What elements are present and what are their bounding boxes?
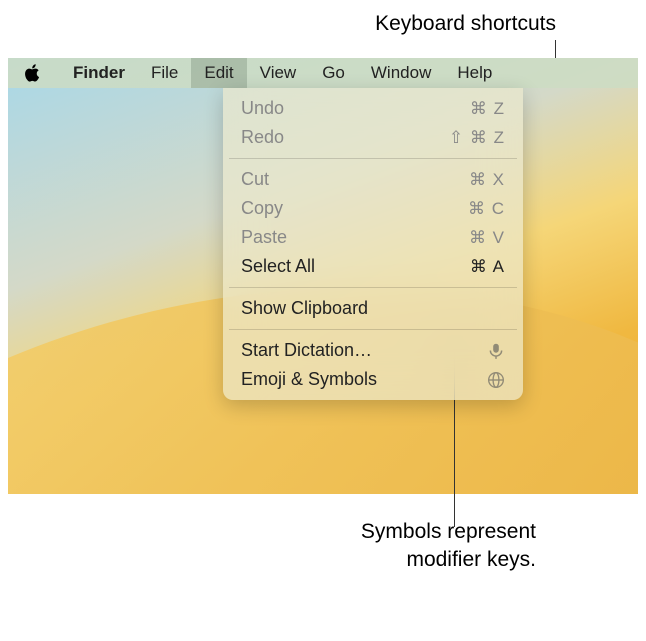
menu-shortcut: ⌘ Z: [470, 99, 505, 119]
annotation-modifier-keys: Symbols represent modifier keys.: [361, 518, 536, 573]
menu-bar: Finder File Edit View Go Window Help: [8, 58, 638, 88]
menu-label: Paste: [241, 227, 287, 248]
menu-show-clipboard[interactable]: Show Clipboard: [223, 294, 523, 323]
menu-shortcut: ⌘ C: [468, 199, 505, 219]
desktop-wallpaper: Finder File Edit View Go Window Help Und…: [8, 58, 638, 494]
apple-menu-icon[interactable]: [22, 63, 42, 83]
menu-label: Start Dictation…: [241, 340, 372, 361]
menu-shortcut: ⌘ X: [469, 170, 505, 190]
menu-separator: [229, 158, 517, 159]
mic-icon: [487, 342, 505, 360]
menu-label: Cut: [241, 169, 269, 190]
menu-label: Emoji & Symbols: [241, 369, 377, 390]
menu-shortcut: ⌘ V: [469, 228, 505, 248]
menu-select-all[interactable]: Select All ⌘ A: [223, 252, 523, 281]
menubar-edit[interactable]: Edit: [191, 58, 246, 88]
menu-label: Select All: [241, 256, 315, 277]
menu-separator: [229, 287, 517, 288]
menu-label: Redo: [241, 127, 284, 148]
menu-emoji-symbols[interactable]: Emoji & Symbols: [223, 365, 523, 394]
menu-shortcut: ⌘ A: [470, 257, 505, 277]
menubar-view[interactable]: View: [247, 58, 310, 88]
menu-start-dictation[interactable]: Start Dictation…: [223, 336, 523, 365]
menu-shortcut: ⇧ ⌘ Z: [449, 128, 505, 148]
menubar-help[interactable]: Help: [444, 58, 505, 88]
edit-menu-dropdown: Undo ⌘ Z Redo ⇧ ⌘ Z Cut ⌘ X Copy ⌘ C Pas…: [223, 88, 523, 400]
menu-paste[interactable]: Paste ⌘ V: [223, 223, 523, 252]
menu-separator: [229, 329, 517, 330]
menubar-window[interactable]: Window: [358, 58, 444, 88]
menu-redo[interactable]: Redo ⇧ ⌘ Z: [223, 123, 523, 152]
menu-label: Show Clipboard: [241, 298, 368, 319]
menubar-app-name[interactable]: Finder: [60, 58, 138, 88]
menubar-go[interactable]: Go: [309, 58, 358, 88]
menu-cut[interactable]: Cut ⌘ X: [223, 165, 523, 194]
menu-label: Undo: [241, 98, 284, 119]
menu-undo[interactable]: Undo ⌘ Z: [223, 94, 523, 123]
annotation-keyboard-shortcuts: Keyboard shortcuts: [375, 10, 556, 37]
menu-copy[interactable]: Copy ⌘ C: [223, 194, 523, 223]
menubar-file[interactable]: File: [138, 58, 191, 88]
menu-label: Copy: [241, 198, 283, 219]
globe-icon: [487, 371, 505, 389]
